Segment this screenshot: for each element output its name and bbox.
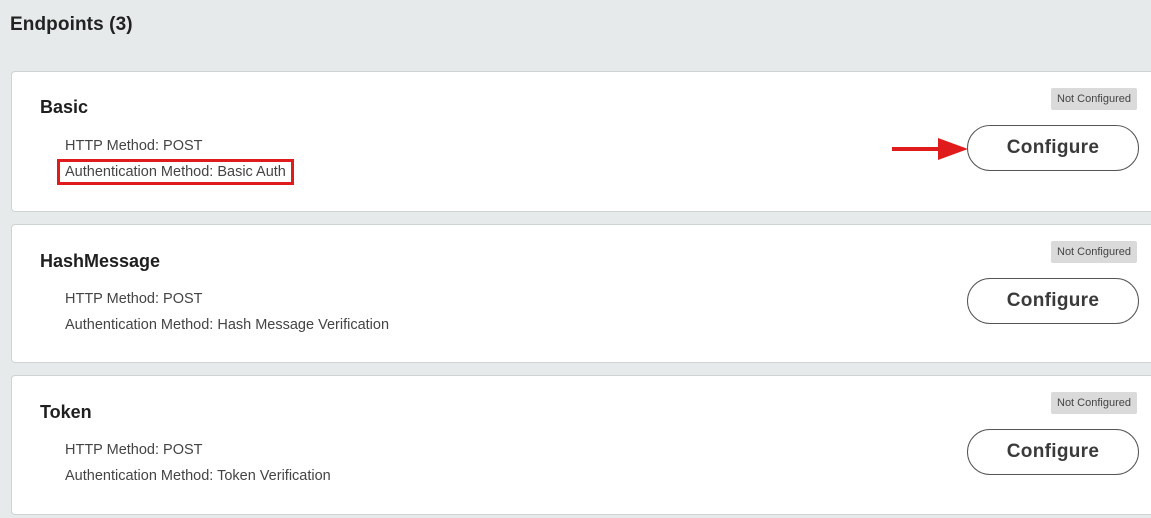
annotation-arrow-icon xyxy=(892,138,968,160)
auth-method-text: Authentication Method: Hash Message Veri… xyxy=(65,317,390,333)
auth-method-text: Authentication Method: Basic Auth xyxy=(57,159,294,185)
endpoint-card-hashmessage: HashMessage HTTP Method: POST Authentica… xyxy=(11,224,1151,363)
configure-button[interactable]: Configure xyxy=(967,429,1139,475)
http-method-text: HTTP Method: POST xyxy=(65,442,203,458)
status-badge: Not Configured xyxy=(1051,241,1137,263)
endpoint-card-basic: Basic HTTP Method: POST Authentication M… xyxy=(11,71,1151,212)
section-title: Endpoints (3) xyxy=(10,14,133,35)
http-method-text: HTTP Method: POST xyxy=(65,291,203,307)
endpoint-name: HashMessage xyxy=(40,251,161,271)
status-badge: Not Configured xyxy=(1051,88,1137,110)
endpoint-card-token: Token HTTP Method: POST Authentication M… xyxy=(11,375,1151,515)
configure-button[interactable]: Configure xyxy=(967,125,1139,171)
status-badge: Not Configured xyxy=(1051,392,1137,414)
endpoints-page: Endpoints (3) Basic HTTP Method: POST Au… xyxy=(0,0,1151,518)
auth-method-text: Authentication Method: Token Verificatio… xyxy=(65,468,331,484)
configure-button[interactable]: Configure xyxy=(967,278,1139,324)
http-method-text: HTTP Method: POST xyxy=(65,138,203,154)
endpoint-name: Token xyxy=(40,402,92,422)
endpoint-name: Basic xyxy=(40,97,89,117)
